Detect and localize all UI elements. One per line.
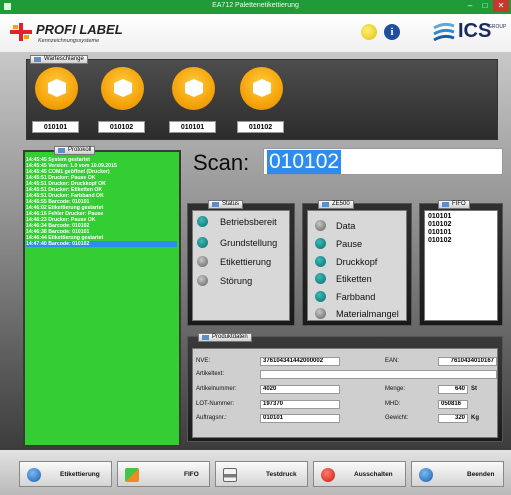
queue-item[interactable]: 010101	[32, 67, 79, 139]
fifo-panel: 010101 010102 010101 010102	[419, 203, 503, 326]
scan-label: Scan:	[193, 150, 250, 175]
ean-label: EAN:	[385, 358, 400, 364]
fifo-list[interactable]: 010101 010102 010101 010102	[424, 210, 498, 321]
mhd-field: 050816	[438, 400, 468, 409]
scan-value: 010102	[267, 150, 342, 174]
exit-icon	[419, 468, 433, 482]
beenden-label: Beenden	[467, 471, 495, 478]
fifo-item[interactable]: 010102	[428, 237, 451, 245]
etikettierung-label: Etikettierung	[60, 471, 100, 478]
menge-unit: St	[471, 386, 477, 392]
product-data-title: Produktdaten	[198, 333, 252, 342]
fifo-button[interactable]: FIFO	[117, 461, 210, 487]
status-led	[197, 275, 208, 286]
brand-name: PROFI LABEL	[36, 22, 123, 37]
etikettierung-button[interactable]: Etikettierung	[19, 461, 112, 487]
queue-item[interactable]: 010102	[237, 67, 284, 139]
log-panel[interactable]: 14:45:45 System gestartet 14:45:45 Versio…	[23, 150, 181, 447]
partner-suffix: GROUP	[488, 24, 507, 30]
printer-label: Data	[336, 221, 356, 231]
printer-label: Druckkopf	[336, 257, 378, 267]
log-title: Protokoll	[54, 146, 96, 155]
printer-led	[315, 291, 326, 302]
status-label: Grundstellung	[220, 238, 278, 248]
artikelnummer-field: 4020	[260, 385, 340, 394]
scan-input[interactable]: 010102	[263, 148, 503, 175]
nve-label: NVE:	[196, 358, 211, 364]
ausschalten-button[interactable]: Ausschalten	[313, 461, 406, 487]
queue-panel: 010101 010102 010101 010102	[26, 59, 498, 140]
queue-item-label: 010102	[237, 121, 284, 133]
status-led	[197, 237, 208, 248]
ics-logo-icon	[433, 22, 455, 42]
gewicht-field: 320	[438, 414, 468, 423]
log-line[interactable]: 14:47:40 Barcode: 010102	[26, 241, 177, 247]
printer-icon	[223, 468, 237, 482]
status-title: Status	[208, 200, 244, 209]
artikeltext-label: Artikeltext:	[196, 371, 225, 377]
nve-field: 376104341442000002	[260, 357, 340, 366]
window-titlebar: EA712 Palettenetikettierung – □ ✕	[0, 0, 511, 14]
pallet-icon	[101, 67, 144, 110]
printer-led	[315, 273, 326, 284]
artikelnummer-label: Artikelnummer:	[196, 386, 237, 392]
queue-item[interactable]: 010102	[98, 67, 145, 139]
menge-field: 640	[438, 385, 468, 394]
auftrag-label: Auftragsnr.:	[196, 415, 227, 421]
beenden-button[interactable]: Beenden	[411, 461, 504, 487]
testdruck-button[interactable]: Testdruck	[215, 461, 308, 487]
lot-field: 197370	[260, 400, 340, 409]
ausschalten-label: Ausschalten	[354, 471, 393, 478]
status-led	[197, 256, 208, 267]
app-header: PROFI LABEL Kennzeichnungssysteme i ICS …	[0, 14, 511, 52]
queue-item-label: 010101	[32, 121, 79, 133]
start-icon	[27, 468, 41, 482]
close-button[interactable]: ✕	[493, 0, 509, 12]
printer-label: Etiketten	[336, 274, 372, 284]
queue-item[interactable]: 010101	[169, 67, 216, 139]
gewicht-unit: Kg	[471, 415, 479, 421]
gewicht-label: Gewicht:	[385, 415, 409, 421]
pallet-icon	[240, 67, 283, 110]
window-title: EA712 Palettenetikettierung	[212, 2, 299, 9]
partner-name: ICS	[458, 20, 492, 42]
fifo-item[interactable]: 010101	[428, 229, 451, 237]
fifo-title: FIFO	[438, 200, 470, 209]
printer-led	[315, 308, 326, 319]
status-label: Betriebsbereit	[220, 217, 277, 227]
maximize-button[interactable]: □	[478, 0, 492, 12]
lot-label: LOT-Nummer:	[196, 401, 235, 407]
queue-title: Warteschlange	[30, 55, 88, 64]
moon-icon[interactable]	[361, 24, 377, 40]
status-led	[197, 216, 208, 227]
profilabel-logo-icon	[10, 23, 32, 41]
info-icon[interactable]: i	[384, 24, 400, 40]
printer-status-title: ZE500	[318, 200, 354, 209]
pallet-icon	[35, 67, 78, 110]
mhd-label: MHD:	[385, 401, 401, 407]
minimize-button[interactable]: –	[463, 0, 477, 12]
printer-label: Pause	[336, 239, 363, 249]
ean-field: 7610434010167	[438, 357, 497, 366]
menge-label: Menge:	[385, 386, 406, 392]
fifo-item[interactable]: 010101	[428, 213, 451, 221]
auftrag-field: 010101	[260, 414, 340, 423]
pallet-icon	[172, 67, 215, 110]
fifo-item[interactable]: 010102	[428, 221, 451, 229]
artikeltext-field	[260, 370, 497, 379]
fifo-label: FIFO	[184, 471, 199, 478]
queue-item-label: 010101	[169, 121, 216, 133]
printer-label: Materialmangel	[336, 309, 399, 319]
printer-led	[315, 256, 326, 267]
brand-subtitle: Kennzeichnungssysteme	[38, 38, 100, 44]
printer-label: Farbband	[336, 292, 376, 302]
status-label: Etikettierung	[220, 257, 272, 267]
testdruck-label: Testdruck	[266, 471, 297, 478]
printer-led	[315, 220, 326, 231]
queue-item-label: 010102	[98, 121, 145, 133]
status-label: Störung	[220, 276, 253, 286]
printer-led	[315, 238, 326, 249]
power-icon	[321, 468, 335, 482]
fifo-icon	[125, 468, 139, 482]
